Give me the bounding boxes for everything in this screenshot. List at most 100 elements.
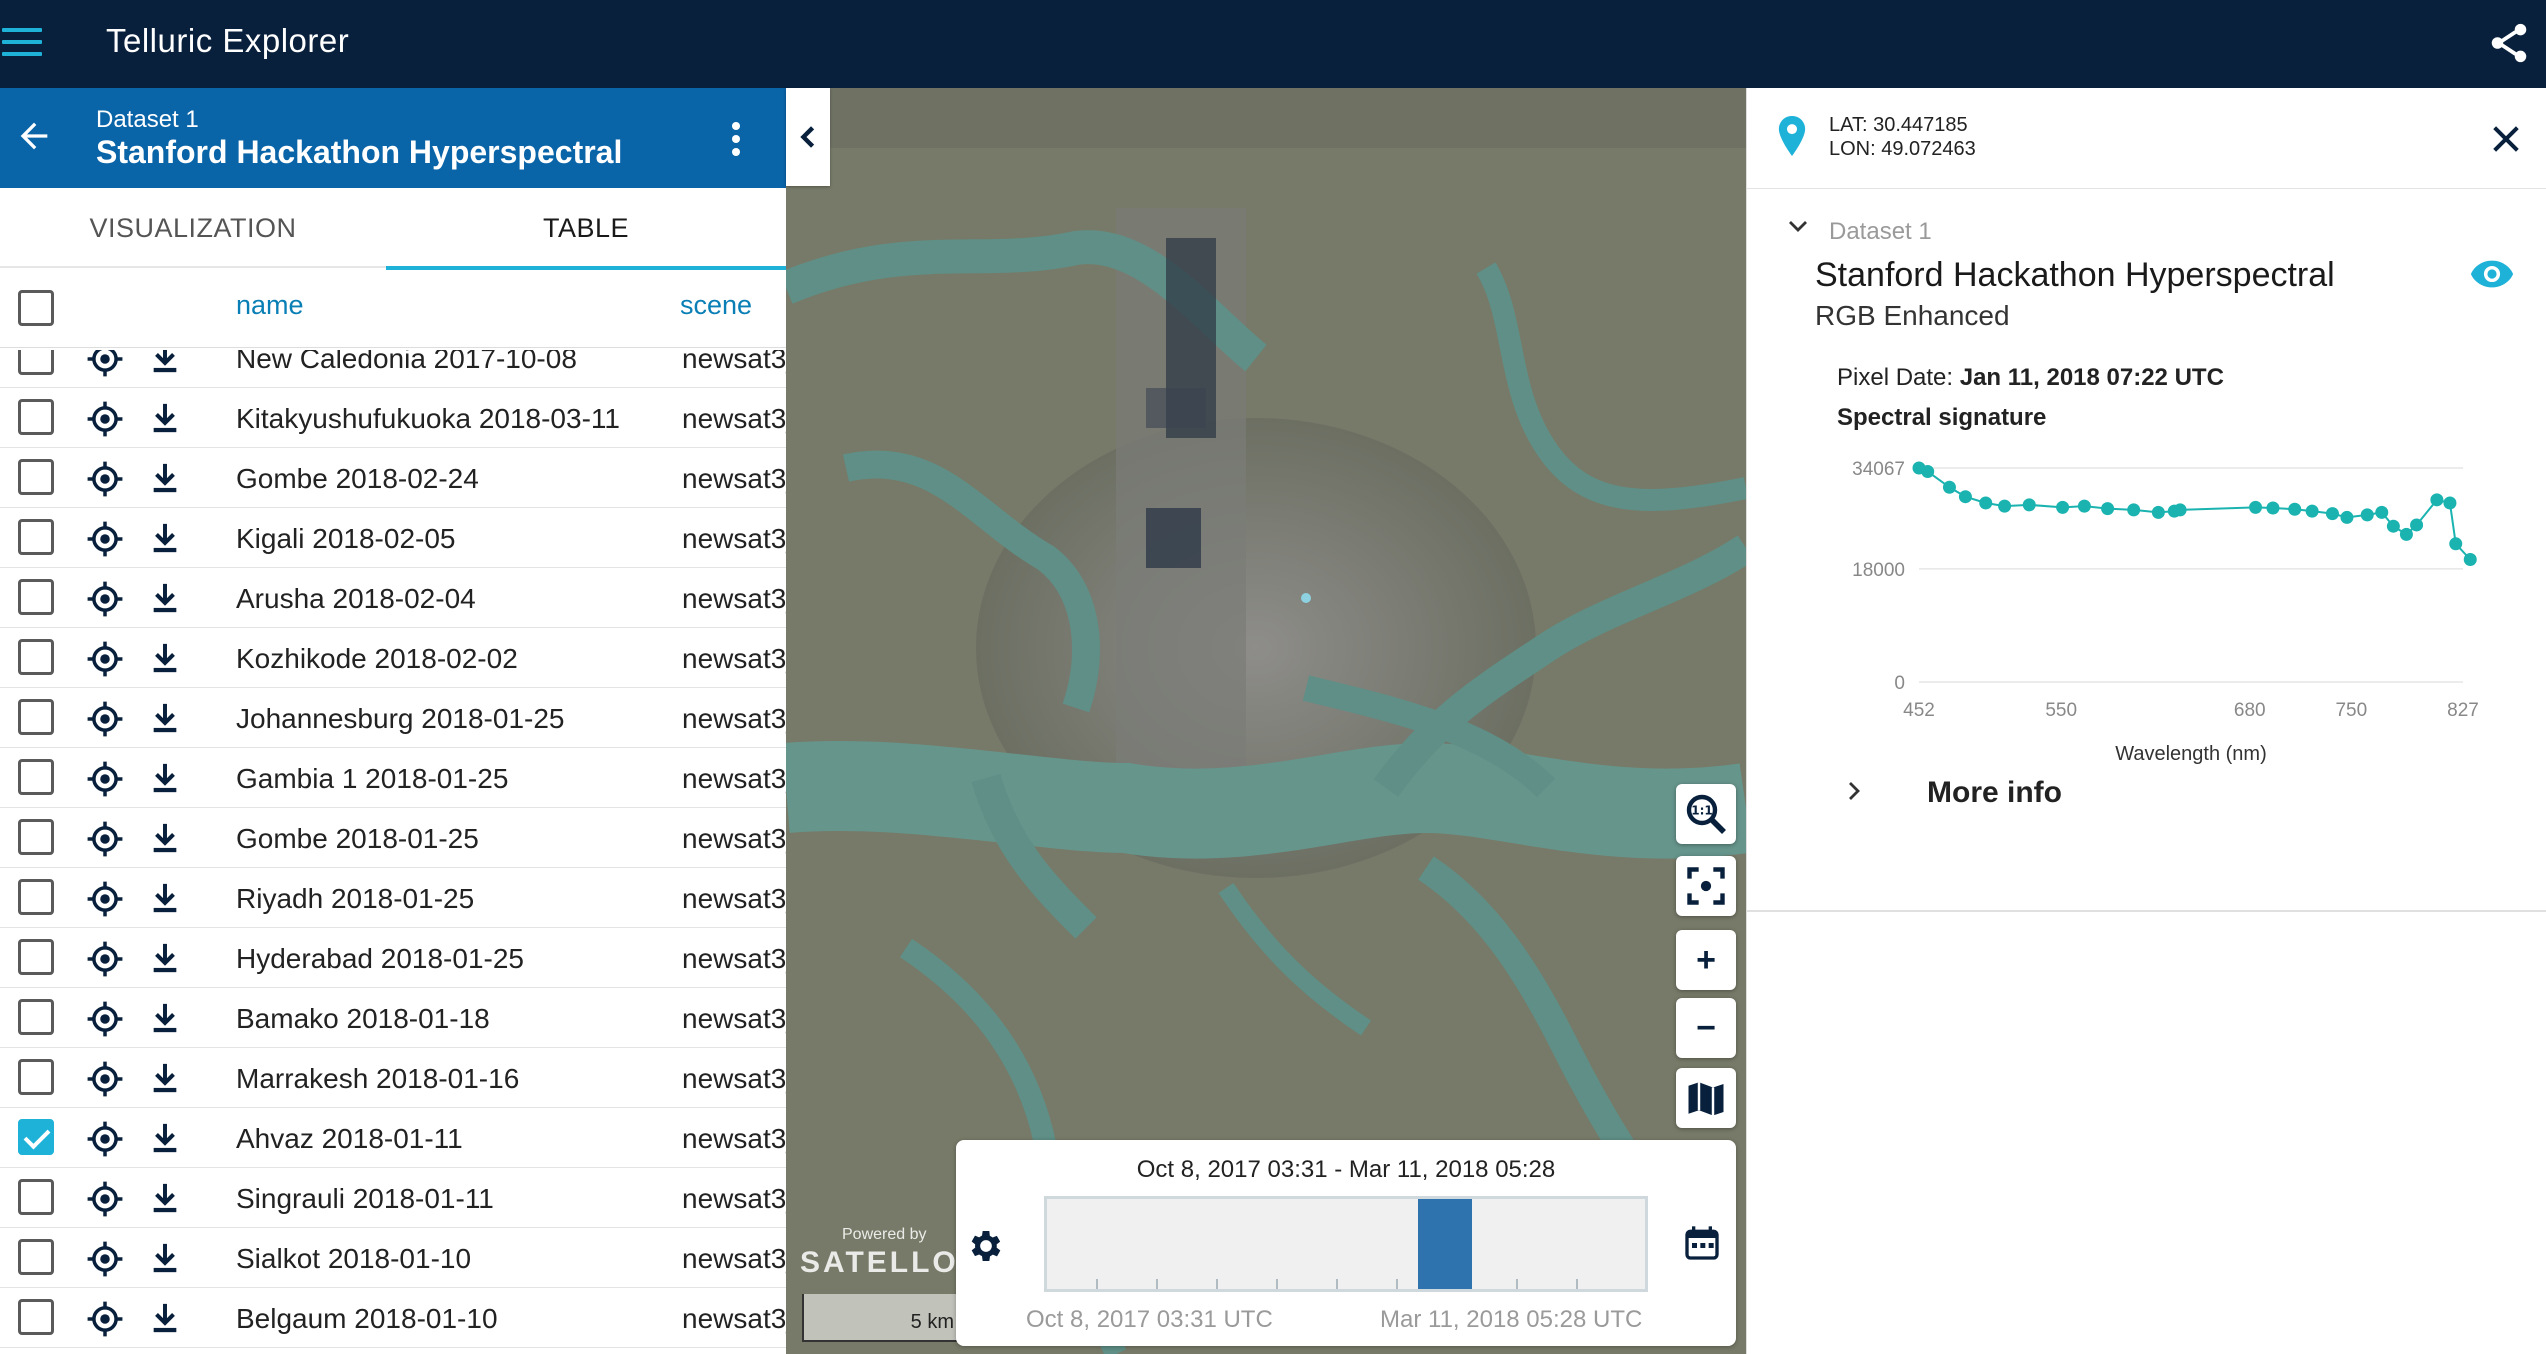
- locate-icon[interactable]: [86, 820, 124, 858]
- download-icon[interactable]: [150, 941, 180, 975]
- chevron-down-icon[interactable]: [1787, 218, 1809, 234]
- locate-icon[interactable]: [86, 1240, 124, 1278]
- download-icon[interactable]: [150, 581, 180, 615]
- row-checkbox[interactable]: [18, 639, 54, 675]
- zoom-in-button[interactable]: +: [1676, 930, 1736, 990]
- chevron-right-icon: [1849, 782, 1860, 800]
- locate-icon[interactable]: [86, 580, 124, 618]
- row-checkbox[interactable]: [18, 459, 54, 495]
- row-checkbox[interactable]: [18, 519, 54, 555]
- table-row[interactable]: Bamako 2018-01-18 newsat3_: [0, 988, 786, 1048]
- download-icon[interactable]: [150, 461, 180, 495]
- collapse-panel-button[interactable]: [786, 88, 830, 186]
- divider: [1747, 188, 2546, 189]
- locate-icon[interactable]: [86, 880, 124, 918]
- row-checkbox[interactable]: [18, 939, 54, 975]
- locate-icon[interactable]: [86, 760, 124, 798]
- locate-icon[interactable]: [86, 460, 124, 498]
- data-point: [2022, 498, 2036, 512]
- more-options-icon[interactable]: [724, 122, 748, 158]
- table-row[interactable]: New Caledonia 2017-10-08 newsat3_: [0, 350, 786, 388]
- gear-icon[interactable]: [966, 1226, 1006, 1266]
- locate-icon[interactable]: [86, 1300, 124, 1338]
- column-header-scene[interactable]: scene: [680, 290, 752, 321]
- row-checkbox[interactable]: [18, 350, 54, 375]
- row-checkbox[interactable]: [18, 699, 54, 735]
- table-row[interactable]: Sialkot 2018-01-10 newsat3_: [0, 1228, 786, 1288]
- table-row[interactable]: Ahvaz 2018-01-11 newsat3_: [0, 1108, 786, 1168]
- download-icon[interactable]: [150, 1001, 180, 1035]
- table-row[interactable]: Gombe 2018-01-25 newsat3_: [0, 808, 786, 868]
- calendar-icon[interactable]: [1682, 1220, 1722, 1266]
- zoom-out-button[interactable]: −: [1676, 998, 1736, 1058]
- table-row[interactable]: Belgaum 2018-01-10 newsat3_: [0, 1288, 786, 1348]
- locate-icon[interactable]: [86, 350, 124, 378]
- table-row[interactable]: Kitakyushufukuoka 2018-03-11 newsat3_: [0, 388, 786, 448]
- locate-icon[interactable]: [86, 1000, 124, 1038]
- menu-icon[interactable]: [2, 28, 42, 60]
- table-row[interactable]: Kozhikode 2018-02-02 newsat3_: [0, 628, 786, 688]
- locate-icon[interactable]: [86, 1180, 124, 1218]
- locate-icon[interactable]: [86, 940, 124, 978]
- table-row[interactable]: Riyadh 2018-01-25 newsat3_: [0, 868, 786, 928]
- download-icon[interactable]: [150, 1121, 180, 1155]
- locate-icon[interactable]: [86, 1060, 124, 1098]
- more-info-label: More info: [1927, 776, 2062, 809]
- basemap-button[interactable]: [1676, 1068, 1736, 1128]
- row-checkbox[interactable]: [18, 1179, 54, 1215]
- row-checkbox[interactable]: [18, 1299, 54, 1335]
- table-row[interactable]: Marrakesh 2018-01-16 newsat3_: [0, 1048, 786, 1108]
- row-checkbox[interactable]: [18, 999, 54, 1035]
- locate-icon[interactable]: [86, 520, 124, 558]
- tab-visualization[interactable]: VISUALIZATION: [0, 188, 386, 268]
- download-icon[interactable]: [150, 521, 180, 555]
- download-icon[interactable]: [150, 641, 180, 675]
- download-icon[interactable]: [150, 1241, 180, 1275]
- table-row[interactable]: Hyderabad 2018-01-25 newsat3_: [0, 928, 786, 988]
- locate-icon[interactable]: [86, 1120, 124, 1158]
- download-icon[interactable]: [150, 761, 180, 795]
- download-icon[interactable]: [150, 1181, 180, 1215]
- row-checkbox[interactable]: [18, 819, 54, 855]
- locate-icon[interactable]: [86, 640, 124, 678]
- locate-icon[interactable]: [86, 400, 124, 438]
- download-icon[interactable]: [150, 401, 180, 435]
- row-checkbox[interactable]: [18, 759, 54, 795]
- table-row[interactable]: Gombe 2018-02-24 newsat3_: [0, 448, 786, 508]
- timeline-track[interactable]: [1044, 1196, 1648, 1292]
- column-header-name[interactable]: name: [236, 290, 304, 321]
- download-icon[interactable]: [150, 1301, 180, 1335]
- share-icon[interactable]: [2486, 20, 2532, 66]
- recenter-button[interactable]: [1676, 856, 1736, 916]
- zoom-to-resolution-button[interactable]: 1:1: [1676, 784, 1736, 844]
- eye-icon[interactable]: [2469, 258, 2515, 290]
- table-row[interactable]: Gambia 1 2018-01-25 newsat3_: [0, 748, 786, 808]
- table-row[interactable]: Kigali 2018-02-05 newsat3_: [0, 508, 786, 568]
- download-icon[interactable]: [150, 821, 180, 855]
- close-icon[interactable]: [2489, 122, 2523, 156]
- pixel-date-value: Jan 11, 2018 07:22 UTC: [1959, 364, 2224, 391]
- row-checkbox[interactable]: [18, 1119, 54, 1155]
- data-point: [2101, 502, 2115, 516]
- locate-icon[interactable]: [86, 700, 124, 738]
- download-icon[interactable]: [150, 701, 180, 735]
- row-checkbox[interactable]: [18, 879, 54, 915]
- download-icon[interactable]: [150, 350, 180, 375]
- select-all-checkbox[interactable]: [18, 290, 54, 326]
- table-row[interactable]: Singrauli 2018-01-11 newsat3_: [0, 1168, 786, 1228]
- brand-text: SATELLO: [800, 1246, 959, 1279]
- row-scene: newsat3_: [682, 943, 786, 974]
- location-pin-icon: [1778, 116, 1806, 156]
- row-checkbox[interactable]: [18, 399, 54, 435]
- tab-table[interactable]: TABLE: [386, 188, 786, 270]
- row-checkbox[interactable]: [18, 579, 54, 615]
- download-icon[interactable]: [150, 881, 180, 915]
- back-arrow-icon[interactable]: [14, 116, 54, 156]
- download-icon[interactable]: [150, 1061, 180, 1095]
- row-checkbox[interactable]: [18, 1239, 54, 1275]
- table-row[interactable]: Johannesburg 2018-01-25 newsat3_: [0, 688, 786, 748]
- table-row[interactable]: Arusha 2018-02-04 newsat3_: [0, 568, 786, 628]
- row-name: Kozhikode 2018-02-02: [236, 643, 518, 674]
- row-checkbox[interactable]: [18, 1059, 54, 1095]
- timeline-selection-handle[interactable]: [1418, 1199, 1472, 1289]
